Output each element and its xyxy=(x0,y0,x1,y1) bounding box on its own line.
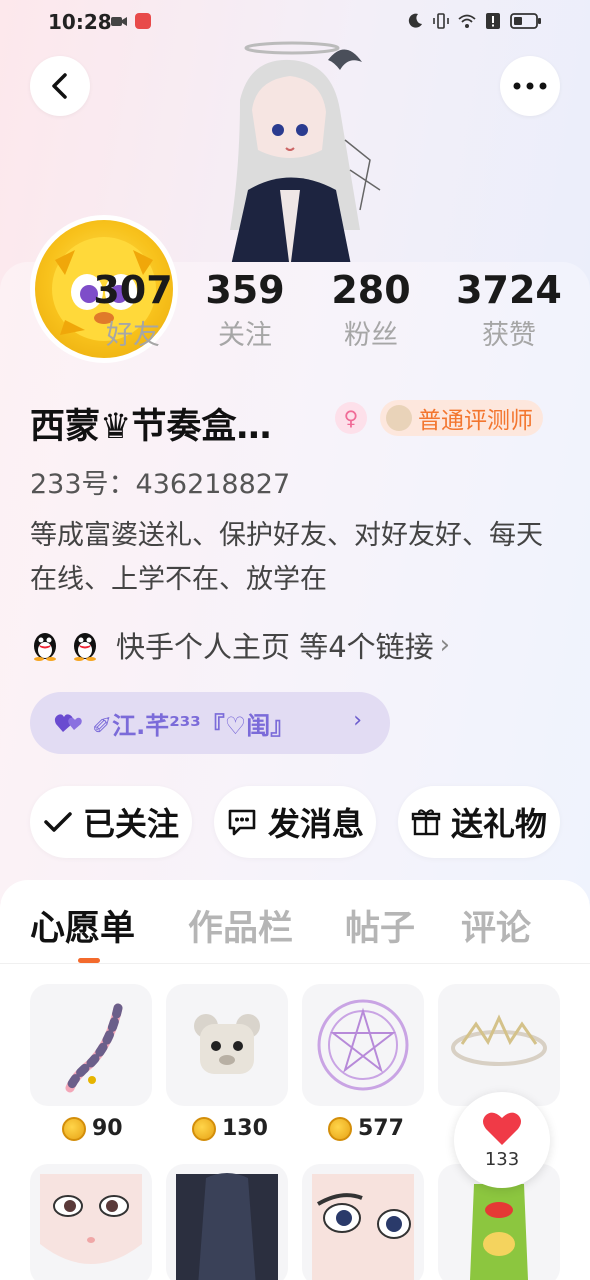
bio-text: 等成富婆送礼、保护好友、对好友好、每天在线、上学不在、放学在 xyxy=(30,520,543,595)
tab-comments[interactable]: 评论 xyxy=(461,900,531,951)
stat-label: 获赞 xyxy=(482,320,536,351)
wishlist-item[interactable] xyxy=(302,984,424,1106)
group-name: ✐江.芊²³³『♡闺』 xyxy=(92,711,295,740)
gender-female-icon: ♀ xyxy=(335,402,367,434)
send-gift-button[interactable]: 送礼物 xyxy=(398,786,560,858)
more-button[interactable] xyxy=(500,56,560,116)
stat-likes[interactable]: 3724 获赞 xyxy=(449,268,569,356)
stat-value: 307 xyxy=(93,268,173,312)
stat-friends[interactable]: 307 好友 xyxy=(73,268,193,356)
stat-value: 359 xyxy=(205,268,285,312)
links-text: 快手个人主页 等4个链接 xyxy=(116,630,434,664)
name-row: 西蒙♛节奏盒… xyxy=(30,398,271,449)
headpiece-icon xyxy=(451,1014,547,1066)
wishlist-item[interactable] xyxy=(438,984,560,1106)
check-icon xyxy=(44,812,72,832)
stat-following[interactable]: 359 关注 xyxy=(185,268,305,356)
app-badge-icon xyxy=(135,13,151,29)
tail-icon xyxy=(65,1003,123,1093)
coin-icon xyxy=(328,1116,352,1141)
wishlist-price: 130 xyxy=(192,1116,268,1141)
stat-label: 关注 xyxy=(218,320,272,351)
message-button[interactable]: 发消息 xyxy=(214,786,376,858)
chat-bubble-icon xyxy=(228,809,256,836)
price-value: 130 xyxy=(222,1116,268,1141)
battery-icon xyxy=(510,13,541,29)
tab-works[interactable]: 作品栏 xyxy=(188,900,293,951)
price-value: 90 xyxy=(92,1116,123,1141)
like-count: 133 xyxy=(484,1148,520,1170)
user-id[interactable]: 233号：436218827 xyxy=(30,462,290,501)
price-value: 577 xyxy=(358,1116,404,1141)
video-icon xyxy=(111,17,127,26)
external-links[interactable]: 快手个人主页 等4个链接 › xyxy=(30,624,450,666)
alert-icon xyxy=(486,13,500,29)
double-heart-icon xyxy=(54,714,82,732)
tab-indicator xyxy=(78,958,100,963)
wishlist-item[interactable] xyxy=(166,1164,288,1280)
wishlist-item[interactable] xyxy=(166,984,288,1106)
send-gift-label: 送礼物 xyxy=(450,805,547,843)
chevron-right-icon: › xyxy=(353,708,362,733)
chevron-left-icon xyxy=(52,73,67,99)
stat-value: 3724 xyxy=(456,268,562,312)
status-right-icons xyxy=(406,12,542,30)
back-button[interactable] xyxy=(30,56,90,116)
moon-icon xyxy=(408,13,422,28)
face-icon xyxy=(40,1174,142,1264)
username: 西蒙♛节奏盒… xyxy=(30,407,272,447)
heart-icon xyxy=(483,1112,521,1145)
like-button[interactable]: 133 xyxy=(454,1092,550,1188)
stat-value: 280 xyxy=(331,268,411,312)
magic-circle-icon xyxy=(317,999,409,1091)
stats-row: 307 好友 359 关注 280 粉丝 3724 获赞 xyxy=(0,268,590,368)
content-section: 心愿单 作品栏 帖子 评论 90 130 577 xyxy=(0,880,590,1280)
followed-label: 已关注 xyxy=(82,805,179,843)
coin-icon xyxy=(62,1116,86,1141)
character-avatar-image xyxy=(230,41,381,270)
coin-icon xyxy=(192,1116,216,1141)
qq-penguin-icon xyxy=(74,633,96,661)
wifi-icon xyxy=(458,14,476,28)
status-bar: 10:28 xyxy=(0,0,590,44)
chevron-right-icon: › xyxy=(439,630,451,660)
tab-bar: 心愿单 作品栏 帖子 评论 xyxy=(0,880,590,964)
status-time: 10:28 xyxy=(48,10,112,34)
stat-fans[interactable]: 280 粉丝 xyxy=(311,268,431,356)
wishlist-price: 90 xyxy=(62,1116,123,1141)
wishlist-item[interactable] xyxy=(30,1164,152,1280)
hair-icon xyxy=(176,1173,278,1280)
tab-posts[interactable]: 帖子 xyxy=(345,900,415,951)
group-pill[interactable]: ✐江.芊²³³『♡闺』 › xyxy=(30,692,390,754)
reviewer-badge-icon xyxy=(386,405,412,431)
vibrate-icon xyxy=(433,13,449,29)
message-label: 发消息 xyxy=(267,805,364,843)
eye-icon xyxy=(312,1174,414,1280)
status-left-icons xyxy=(110,12,152,30)
tab-wishlist[interactable]: 心愿单 xyxy=(30,900,135,951)
stat-label: 好友 xyxy=(106,320,160,351)
title-badge[interactable]: 普通评测师 xyxy=(380,400,543,436)
stat-label: 粉丝 xyxy=(344,320,398,351)
wishlist-item[interactable] xyxy=(302,1164,424,1280)
qq-penguin-icon xyxy=(34,633,56,661)
title-badge-text: 普通评测师 xyxy=(418,408,533,434)
bear-mask-icon xyxy=(194,1014,260,1074)
gift-icon xyxy=(411,809,441,836)
followed-button[interactable]: 已关注 xyxy=(30,786,192,858)
wishlist-item[interactable] xyxy=(30,984,152,1106)
more-dots-icon xyxy=(513,82,547,90)
wishlist-price: 577 xyxy=(328,1116,404,1141)
